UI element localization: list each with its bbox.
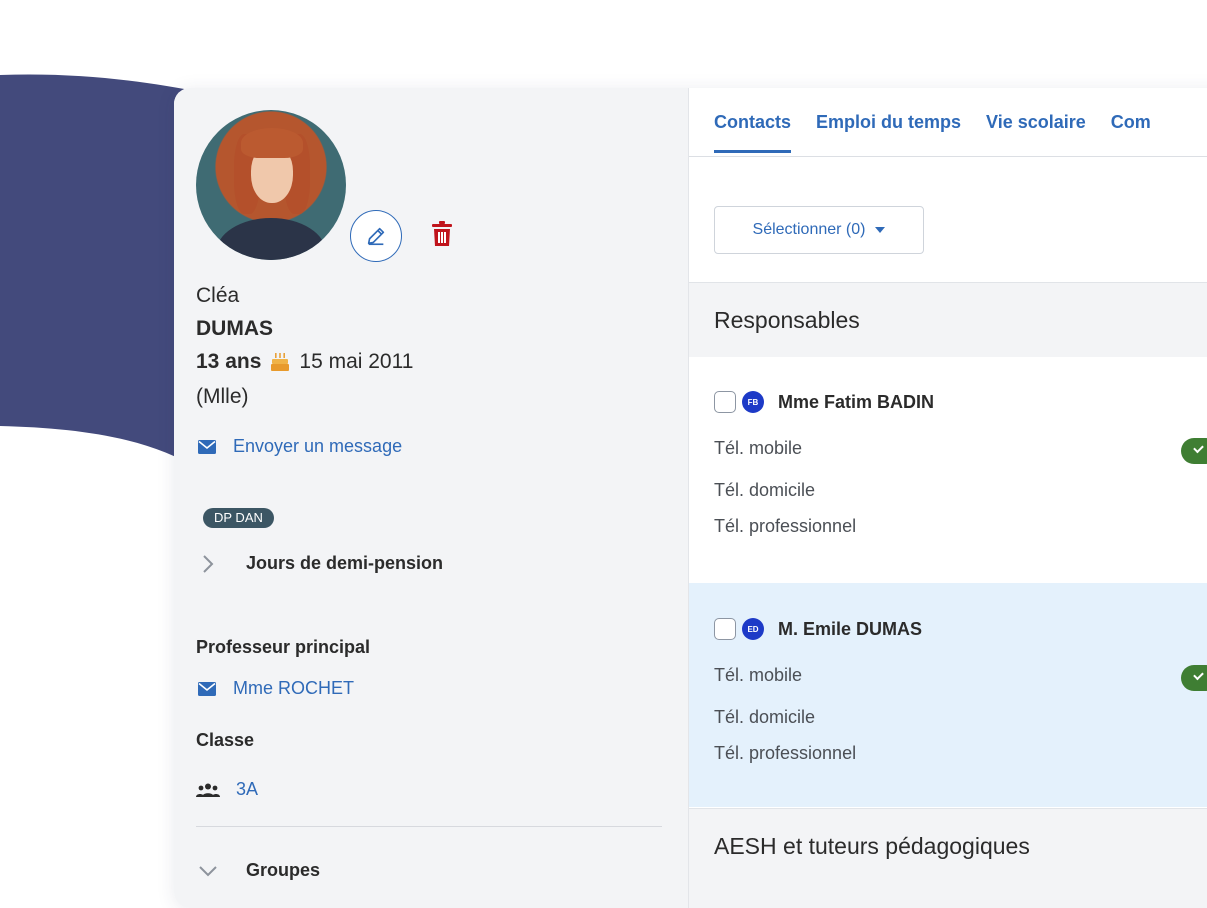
chevron-right-icon bbox=[203, 554, 214, 573]
contact-initials-avatar: ED bbox=[742, 618, 764, 640]
phone-mobile-label: Tél. mobile bbox=[714, 438, 803, 458]
contact-name: Mme Fatim BADIN bbox=[778, 391, 935, 412]
chevron-down-icon bbox=[199, 865, 217, 876]
edit-photo-button[interactable] bbox=[350, 210, 402, 262]
phone-home-label: Tél. domicile bbox=[714, 480, 816, 500]
envelope-icon bbox=[198, 439, 216, 454]
main-teacher-label: Professeur principal bbox=[196, 637, 371, 657]
send-message-label: Envoyer un message bbox=[233, 436, 403, 456]
contact-checkbox[interactable] bbox=[714, 391, 736, 413]
class-link[interactable]: 3A bbox=[196, 779, 258, 800]
contact-card: FB Mme Fatim BADIN Tél. mobile Tél. domi… bbox=[689, 356, 1207, 580]
half-board-days-toggle[interactable]: Jours de demi-pension bbox=[202, 553, 443, 574]
contact-card: ED M. Emile DUMAS Tél. mobile Tél. domic… bbox=[689, 583, 1207, 807]
envelope-icon bbox=[198, 681, 216, 696]
contact-checkbox[interactable] bbox=[714, 618, 736, 640]
tab-bar: Contacts Emploi du temps Vie scolaire Co… bbox=[689, 88, 1207, 157]
contact-header: FB Mme Fatim BADIN bbox=[714, 391, 934, 413]
mobile-toggle[interactable] bbox=[1181, 438, 1207, 464]
contact-header: ED M. Emile DUMAS bbox=[714, 618, 922, 640]
mobile-toggle[interactable] bbox=[1181, 665, 1207, 691]
student-first-name: Cléa bbox=[196, 284, 240, 307]
groups-toggle[interactable]: Groupes bbox=[198, 860, 320, 881]
main-teacher-link[interactable]: Mme ROCHET bbox=[198, 678, 354, 699]
class-label: Classe bbox=[196, 730, 255, 750]
student-avatar bbox=[196, 110, 346, 260]
section-aesh: AESH et tuteurs pédagogiques bbox=[689, 808, 1207, 908]
delete-photo-button[interactable] bbox=[430, 220, 454, 248]
phone-mobile-label: Tél. mobile bbox=[714, 665, 803, 685]
half-board-days-label: Jours de demi-pension bbox=[246, 553, 444, 573]
send-message-link[interactable]: Envoyer un message bbox=[198, 436, 402, 457]
main-teacher-name: Mme ROCHET bbox=[233, 678, 354, 698]
tab-school-life[interactable]: Vie scolaire bbox=[986, 88, 1086, 156]
select-dropdown-button[interactable]: Sélectionner (0) bbox=[714, 206, 924, 254]
tab-timetable[interactable]: Emploi du temps bbox=[816, 88, 961, 156]
phone-work-label: Tél. professionnel bbox=[714, 516, 857, 536]
contact-name: M. Emile DUMAS bbox=[778, 618, 923, 639]
tab-contacts[interactable]: Contacts bbox=[714, 88, 792, 156]
section-responsables: Responsables bbox=[689, 282, 1207, 357]
student-profile-panel: Cléa DUMAS 13 ans 15 mai 2011 (Mlle) Env… bbox=[174, 88, 689, 908]
details-panel: Contacts Emploi du temps Vie scolaire Co… bbox=[689, 88, 1207, 908]
student-birthday: 15 mai 2011 bbox=[299, 350, 414, 373]
class-name: 3A bbox=[236, 779, 259, 799]
select-label: Sélectionner (0) bbox=[752, 221, 866, 238]
group-users-icon bbox=[196, 783, 220, 797]
student-age-line: 13 ans 15 mai 2011 bbox=[196, 350, 413, 374]
caret-down-icon bbox=[875, 227, 886, 233]
birthday-cake-icon bbox=[271, 353, 290, 371]
phone-home-label: Tél. domicile bbox=[714, 707, 816, 727]
half-board-badge: DP DAN bbox=[203, 508, 274, 528]
panel-divider bbox=[196, 826, 662, 827]
student-age: 13 ans bbox=[196, 350, 262, 373]
student-card: Cléa DUMAS 13 ans 15 mai 2011 (Mlle) Env… bbox=[174, 88, 1207, 908]
groups-label: Groupes bbox=[246, 860, 321, 880]
student-civility: (Mlle) bbox=[196, 385, 249, 408]
tab-com[interactable]: Com bbox=[1111, 88, 1151, 156]
section-aesh-title: AESH et tuteurs pédagogiques bbox=[714, 833, 1030, 859]
phone-work-label: Tél. professionnel bbox=[714, 743, 857, 763]
contact-initials-avatar: FB bbox=[742, 391, 764, 413]
section-responsables-title: Responsables bbox=[714, 307, 860, 333]
pencil-icon bbox=[367, 227, 385, 246]
student-last-name: DUMAS bbox=[196, 317, 273, 340]
